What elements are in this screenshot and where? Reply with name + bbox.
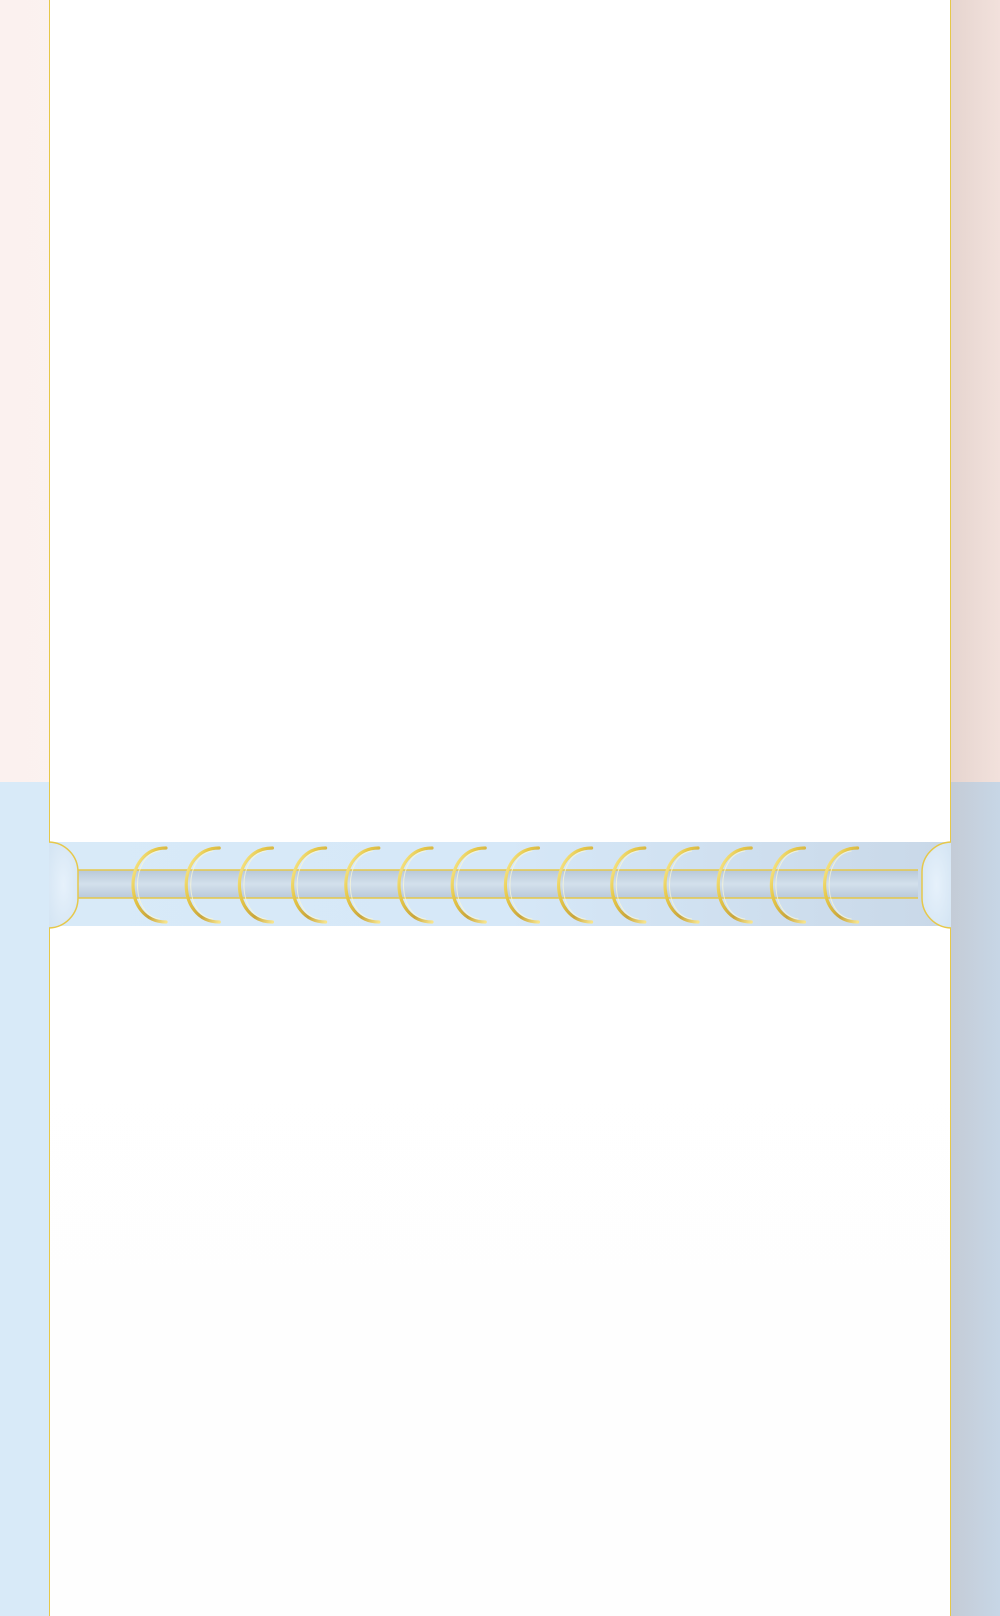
- binding-svg: [48, 841, 952, 929]
- binding-bar: [76, 870, 918, 898]
- notebook-top-page: [49, 0, 951, 842]
- notebook-bottom-page: [49, 926, 951, 1616]
- left-notch: [48, 841, 79, 929]
- spiral-binding: [0, 838, 1000, 932]
- right-notch: [921, 841, 952, 929]
